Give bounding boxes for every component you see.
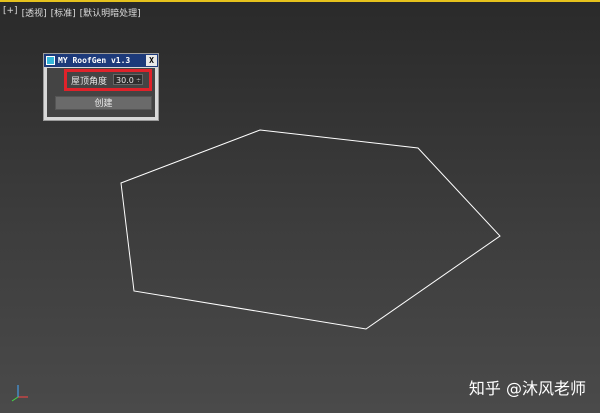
panel-body: 屋顶角度 30.0 ÷ 创建 [47,68,155,117]
app-icon [46,56,55,65]
roof-angle-row: 屋顶角度 30.0 ÷ [47,68,155,91]
close-icon[interactable]: X [146,55,157,66]
roof-angle-highlight [64,69,152,91]
watermark-text: 知乎 @沐风老师 [468,379,586,398]
roofgen-panel: MY RoofGen v1.3 X 屋顶角度 30.0 ÷ 创建 [43,53,159,121]
create-button[interactable]: 创建 [55,96,152,110]
panel-title-bar[interactable]: MY RoofGen v1.3 X [44,54,158,67]
axis-gizmo-icon [11,385,28,402]
hexagon-outline[interactable] [120,129,501,330]
panel-title: MY RoofGen v1.3 [58,56,131,65]
viewport[interactable]: [+] [透视] [标准] [默认明暗处理] MY RoofGen v1.3 X… [0,0,600,413]
